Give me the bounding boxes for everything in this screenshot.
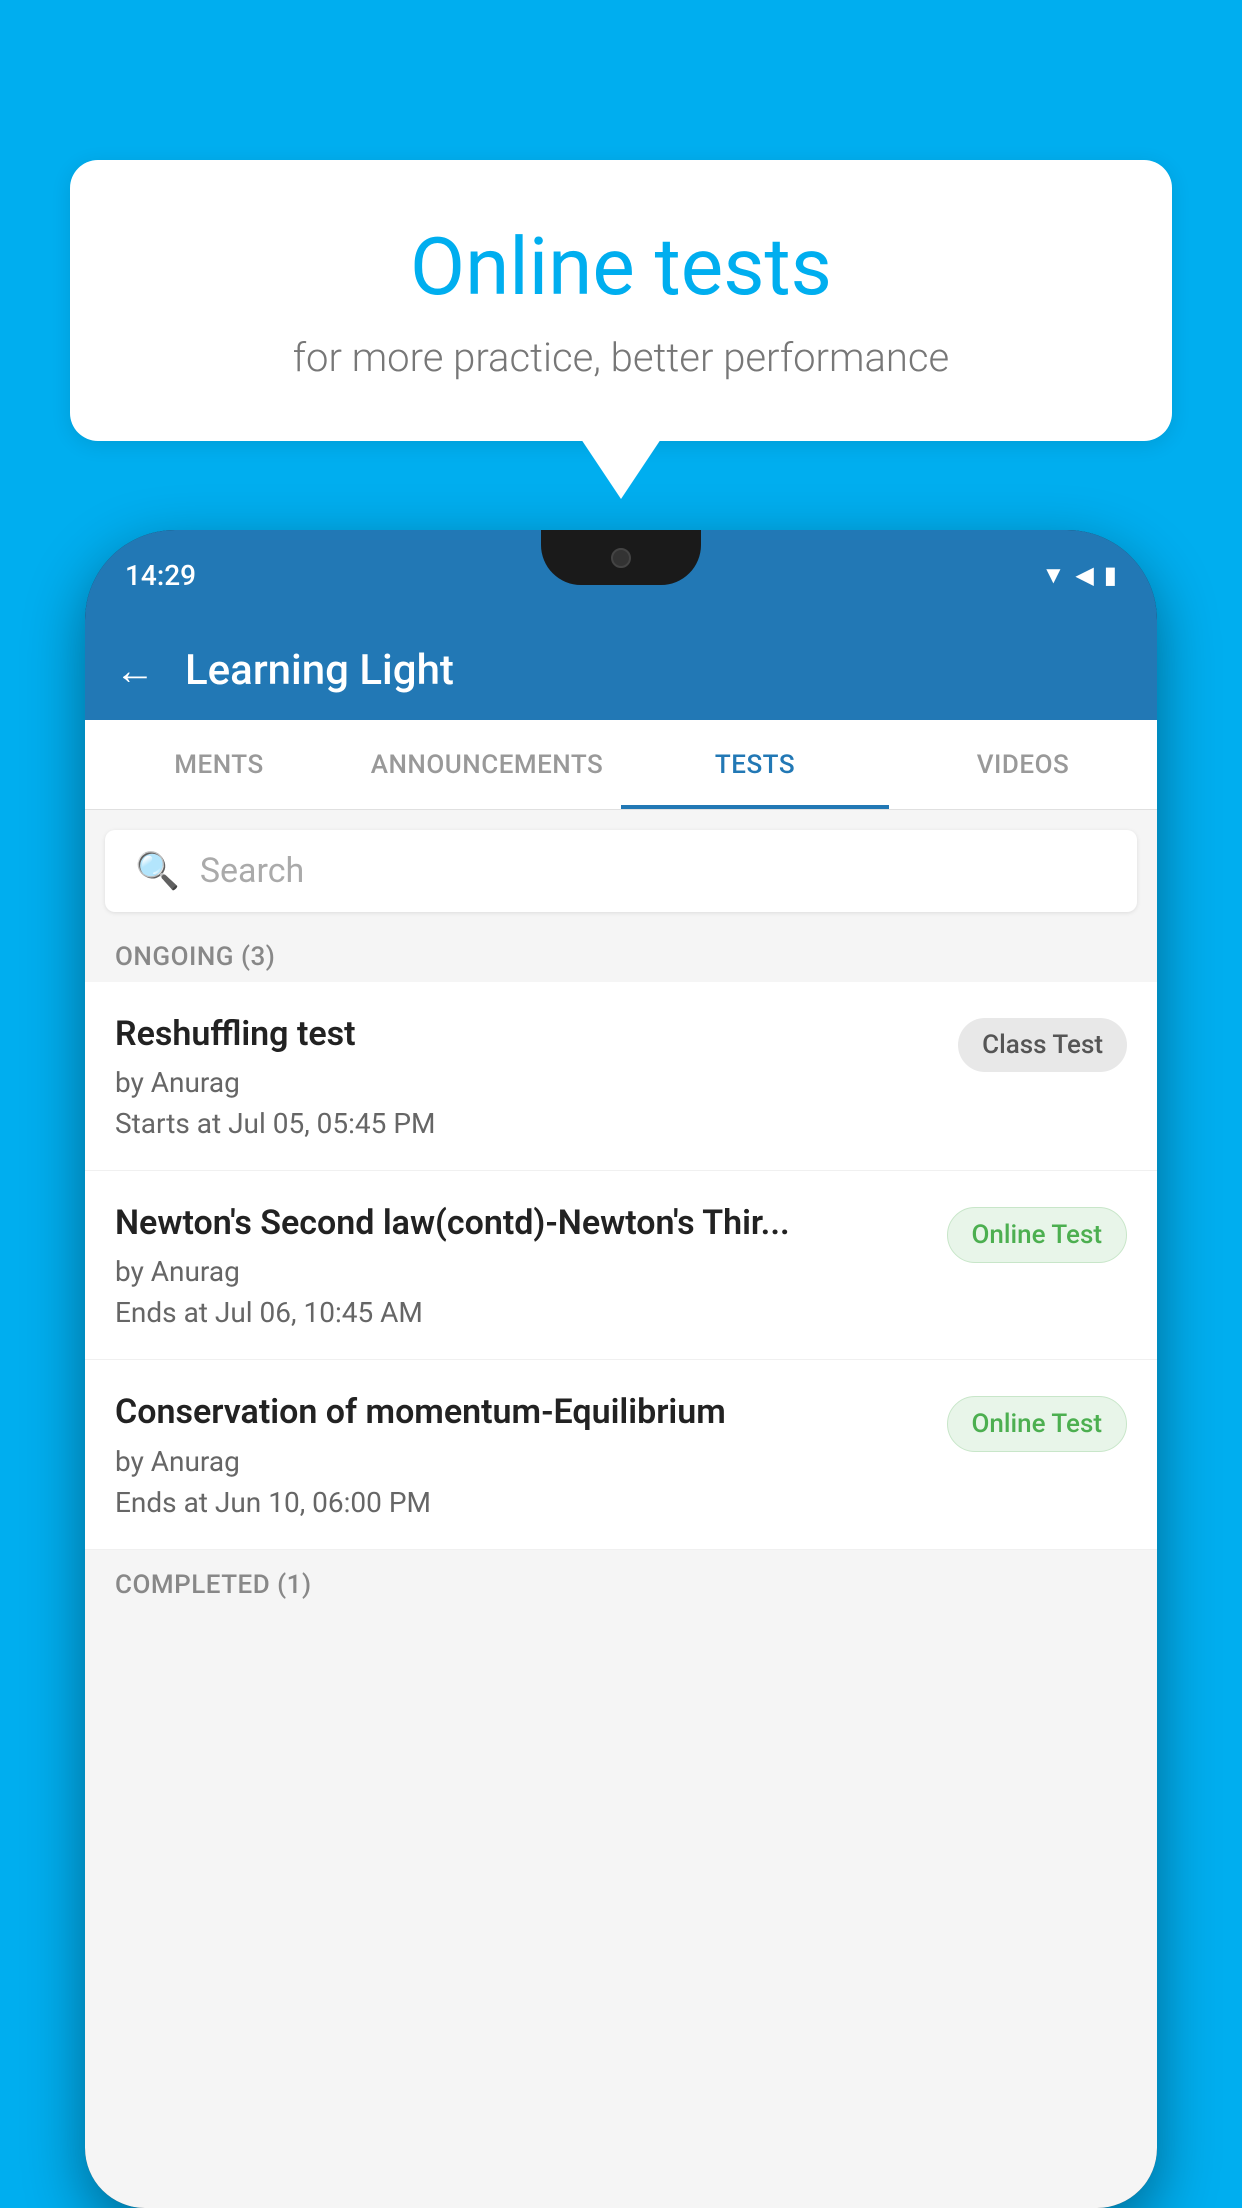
back-button[interactable]: ←: [115, 647, 155, 694]
test-time-2: Ends at Jul 06, 10:45 AM: [115, 1296, 927, 1329]
test-item-2[interactable]: Newton's Second law(contd)-Newton's Thir…: [85, 1171, 1157, 1360]
speech-bubble: Online tests for more practice, better p…: [70, 160, 1172, 441]
app-title: Learning Light: [185, 646, 454, 695]
search-icon: 🔍: [135, 850, 180, 892]
speech-bubble-subtitle: for more practice, better performance: [150, 334, 1092, 381]
test-item-3[interactable]: Conservation of momentum-Equilibrium by …: [85, 1360, 1157, 1549]
tab-ments[interactable]: MENTS: [85, 720, 353, 809]
test-name-1: Reshuffling test: [115, 1012, 938, 1056]
tab-tests[interactable]: TESTS: [621, 720, 889, 809]
test-time-1: Starts at Jul 05, 05:45 PM: [115, 1107, 938, 1140]
screen-content: 🔍 Search ONGOING (3) Reshuffling test by…: [85, 810, 1157, 2208]
test-badge-2: Online Test: [947, 1207, 1128, 1263]
speech-bubble-container: Online tests for more practice, better p…: [70, 160, 1172, 499]
speech-bubble-tail: [581, 439, 661, 499]
test-time-3: Ends at Jun 10, 06:00 PM: [115, 1486, 927, 1519]
test-author-1: by Anurag: [115, 1066, 938, 1099]
wifi-icon: ▼: [1042, 561, 1066, 590]
tabs-container: MENTS ANNOUNCEMENTS TESTS VIDEOS: [85, 720, 1157, 810]
test-badge-1: Class Test: [958, 1018, 1127, 1072]
completed-section-header: COMPLETED (1): [85, 1550, 1157, 1610]
status-time: 14:29: [125, 559, 196, 592]
app-header: ← Learning Light: [85, 620, 1157, 720]
test-name-3: Conservation of momentum-Equilibrium: [115, 1390, 927, 1434]
status-icons: ▼ ◀ ▮: [1042, 561, 1117, 590]
search-bar[interactable]: 🔍 Search: [105, 830, 1137, 912]
test-author-2: by Anurag: [115, 1255, 927, 1288]
test-info-2: Newton's Second law(contd)-Newton's Thir…: [115, 1201, 927, 1329]
test-info-3: Conservation of momentum-Equilibrium by …: [115, 1390, 927, 1518]
test-badge-3: Online Test: [947, 1396, 1128, 1452]
ongoing-section-header: ONGOING (3): [85, 922, 1157, 982]
status-bar: 14:29 ▼ ◀ ▮: [85, 530, 1157, 620]
phone-frame: 14:29 ▼ ◀ ▮ ← Learning Light MENTS ANNOU…: [85, 530, 1157, 2208]
tab-announcements[interactable]: ANNOUNCEMENTS: [353, 720, 621, 809]
phone-camera: [611, 548, 631, 568]
battery-icon: ▮: [1104, 561, 1117, 589]
tab-videos[interactable]: VIDEOS: [889, 720, 1157, 809]
test-author-3: by Anurag: [115, 1445, 927, 1478]
phone-notch: [541, 530, 701, 585]
signal-icon: ◀: [1075, 561, 1093, 589]
search-placeholder: Search: [200, 851, 304, 891]
test-info-1: Reshuffling test by Anurag Starts at Jul…: [115, 1012, 938, 1140]
speech-bubble-title: Online tests: [150, 220, 1092, 314]
test-name-2: Newton's Second law(contd)-Newton's Thir…: [115, 1201, 927, 1245]
test-item-1[interactable]: Reshuffling test by Anurag Starts at Jul…: [85, 982, 1157, 1171]
